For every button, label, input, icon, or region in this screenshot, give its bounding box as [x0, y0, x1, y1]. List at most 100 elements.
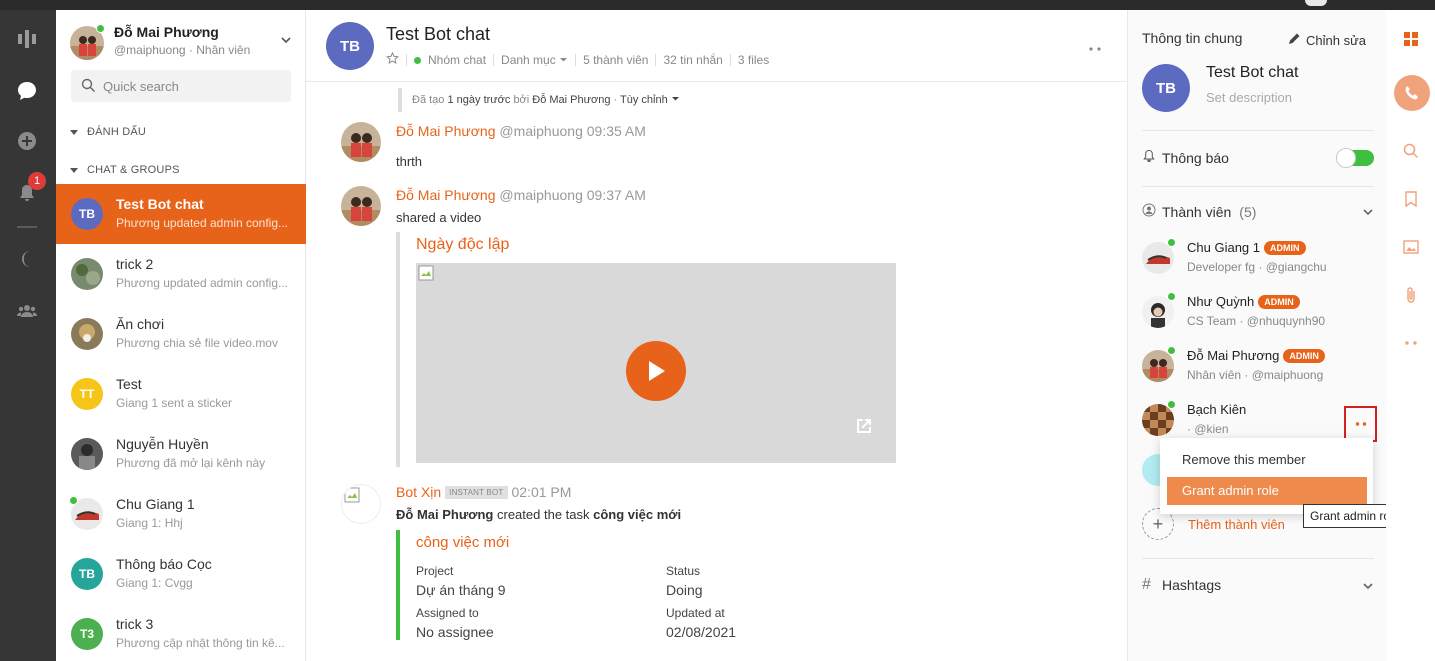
conversation-item[interactable]: TT Test Giang 1 sent a sticker	[56, 364, 306, 424]
sender-handle: @maiphuong	[499, 123, 583, 139]
search-icon[interactable]	[1400, 140, 1422, 162]
task-title[interactable]: công việc mới	[416, 534, 509, 551]
hash-icon: #	[1142, 576, 1151, 593]
online-indicator	[1167, 400, 1176, 409]
member-item[interactable]: Như Quỳnh ADMIN CS Team · @nhuquynh90	[1142, 292, 1374, 338]
avatar: TB	[71, 558, 103, 590]
grant-admin-option[interactable]: Grant admin role	[1167, 477, 1367, 505]
conversation-item[interactable]: Ăn chơi Phương chia sẻ file video.mov	[56, 304, 306, 364]
sender-name[interactable]: Đỗ Mai Phương	[396, 123, 495, 139]
member-name: Bạch Kiên	[1187, 402, 1247, 417]
user-name: Đỗ Mai Phương	[114, 24, 219, 40]
image-icon[interactable]	[1400, 236, 1422, 258]
hashtags-header[interactable]: # Hashtags	[1142, 576, 1374, 594]
conversation-name: Test	[116, 376, 142, 392]
conversation-name: Nguyễn Huyền	[116, 436, 209, 452]
notification-badge: 1	[28, 172, 46, 190]
phone-icon[interactable]	[1394, 75, 1430, 111]
member-subtitle: · @kien	[1187, 422, 1229, 436]
category-dropdown[interactable]: Danh mục	[501, 53, 568, 67]
admin-badge: ADMIN	[1258, 295, 1300, 309]
updated-value: 02/08/2021	[666, 624, 737, 640]
chat-meta: Nhóm chat Danh mục 5 thành viên 32 tin n…	[386, 51, 769, 68]
avatar	[71, 438, 103, 470]
avatar[interactable]	[341, 186, 381, 226]
section-chats-groups[interactable]: CHAT & GROUPS	[70, 164, 180, 176]
messages-count[interactable]: 32 tin nhắn	[663, 53, 722, 67]
conversation-item[interactable]: Nguyễn Huyền Phương đã mở lại kênh này	[56, 424, 306, 484]
chevron-down-icon[interactable]	[280, 34, 292, 49]
search-input[interactable]	[103, 70, 283, 102]
sender-name[interactable]: Bot Xịn	[396, 484, 441, 500]
current-user[interactable]: Đỗ Mai Phương @maiphuong · Nhân viên	[70, 22, 292, 62]
contacts-icon[interactable]	[14, 298, 40, 324]
add-icon[interactable]	[14, 128, 40, 154]
more-icon[interactable]	[1400, 332, 1422, 354]
sender-name[interactable]: Đỗ Mai Phương	[396, 187, 495, 203]
customize-dropdown[interactable]: Tùy chỉnh	[620, 94, 680, 106]
caret-down-icon	[70, 129, 78, 135]
bot-avatar[interactable]	[341, 484, 381, 524]
conversation-item[interactable]: TB Thông báo Cọc Giang 1: Cvgg	[56, 544, 306, 604]
group-name: Test Bot chat	[1206, 64, 1299, 81]
more-icon[interactable]	[1088, 40, 1102, 55]
video-player[interactable]	[416, 263, 896, 463]
member-item[interactable]: Đỗ Mai Phương ADMIN Nhân viên · @maiphuon…	[1142, 346, 1374, 392]
chat-icon[interactable]	[14, 78, 40, 104]
play-icon[interactable]	[626, 341, 686, 401]
assigned-label: Assigned to	[416, 606, 479, 620]
online-indicator	[69, 496, 78, 505]
avatar	[71, 318, 103, 350]
updated-label: Updated at	[666, 606, 725, 620]
chat-type: Nhóm chat	[428, 53, 487, 67]
members-count[interactable]: 5 thành viên	[583, 53, 648, 67]
info-panel: Thông tin chung Chỉnh sửa TB Test Bot ch…	[1127, 10, 1386, 661]
video-title[interactable]: Ngày độc lập	[416, 236, 509, 254]
conversation-item[interactable]: trick 2 Phương updated admin config...	[56, 244, 306, 304]
message-time: 02:01 PM	[511, 484, 572, 500]
grid-icon[interactable]	[1400, 28, 1422, 50]
star-icon[interactable]	[386, 51, 399, 68]
created-note: Đã tạo 1 ngày trước bởi Đỗ Mai Phương · …	[398, 88, 680, 112]
chevron-down-icon[interactable]	[1362, 205, 1374, 221]
message-time: 09:37 AM	[586, 187, 646, 203]
remove-member-option[interactable]: Remove this member	[1160, 446, 1373, 474]
admin-badge: ADMIN	[1264, 241, 1306, 255]
online-indicator	[1167, 292, 1176, 301]
files-count[interactable]: 3 files	[738, 53, 769, 67]
member-name: Chu Giang 1 ADMIN	[1187, 240, 1306, 255]
member-item[interactable]: Chu Giang 1 ADMIN Developer fg · @giangch…	[1142, 238, 1374, 284]
conversation-preview: Phương cập nhật thông tin kê...	[116, 636, 285, 650]
set-description[interactable]: Set description	[1206, 90, 1292, 105]
attachment-icon[interactable]	[1400, 284, 1422, 306]
avatar[interactable]	[341, 122, 381, 162]
moon-icon[interactable]	[14, 246, 40, 272]
more-icon	[1355, 422, 1366, 426]
logo-icon[interactable]	[14, 26, 40, 52]
message-time: 09:35 AM	[586, 123, 646, 139]
group-avatar[interactable]: TB	[1142, 64, 1190, 112]
rail-divider	[17, 226, 37, 228]
conversation-preview: Giang 1: Hhj	[116, 516, 183, 530]
conversation-item[interactable]: T3 trick 3 Phương cập nhật thông tin kê.…	[56, 604, 306, 661]
conversation-name: Chu Giang 1	[116, 496, 195, 512]
edit-button[interactable]: Chỉnh sửa	[1288, 32, 1366, 48]
member-name: Như Quỳnh ADMIN	[1187, 294, 1300, 309]
members-header[interactable]: Thành viên (5)	[1142, 203, 1374, 220]
conversation-preview: Giang 1: Cvgg	[116, 576, 193, 590]
avatar: T3	[71, 618, 103, 650]
member-options-button[interactable]	[1344, 406, 1377, 442]
right-toolbar	[1386, 10, 1435, 661]
conversation-name: trick 3	[116, 616, 154, 632]
chevron-down-icon[interactable]	[1362, 579, 1374, 595]
status-value: Doing	[666, 582, 703, 598]
search-icon	[81, 78, 96, 96]
avatar: TT	[71, 378, 103, 410]
notification-toggle[interactable]	[1336, 148, 1374, 168]
conversation-item[interactable]: TB Test Bot chat Phương updated admin co…	[56, 184, 306, 244]
conversation-item[interactable]: Chu Giang 1 Giang 1: Hhj	[56, 484, 306, 544]
bookmark-icon[interactable]	[1400, 188, 1422, 210]
section-starred[interactable]: ĐÁNH DẤU	[70, 126, 146, 138]
group-avatar[interactable]: TB	[326, 22, 374, 70]
open-external-icon[interactable]	[854, 416, 874, 439]
